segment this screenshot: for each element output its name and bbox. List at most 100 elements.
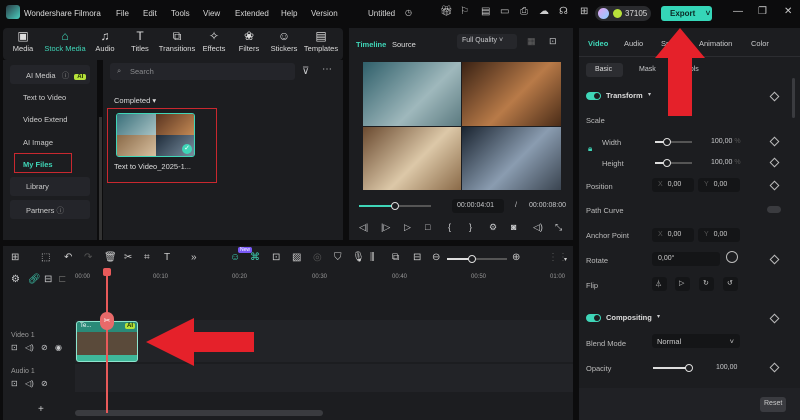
compositing-toggle[interactable]	[586, 314, 601, 322]
keyframe-icon[interactable]	[769, 136, 780, 147]
keyframe-icon[interactable]	[769, 362, 780, 373]
tab-audio[interactable]: Audio	[624, 39, 643, 48]
play-icon[interactable]: ▷	[404, 222, 411, 233]
link-icon[interactable]: 🔗︎	[28, 274, 41, 285]
lock-icon[interactable]: ⊡	[11, 379, 18, 388]
reset-button[interactable]: Reset	[760, 397, 786, 412]
keyframe-icon[interactable]	[769, 254, 780, 265]
snapshot-icon[interactable]: ◙	[511, 222, 516, 232]
tab-transitions[interactable]: ⧉ Transitions	[158, 28, 196, 53]
text-tool-icon[interactable]: T	[164, 252, 170, 263]
microphone-icon[interactable]: 🎙︎	[352, 252, 365, 263]
zoom-in-icon[interactable]: ⊕	[512, 252, 520, 263]
close-icon[interactable]: ✕	[784, 6, 792, 17]
select-tool-icon[interactable]: ⬚	[41, 252, 50, 263]
restore-icon[interactable]: ❐	[758, 6, 767, 17]
image-tool-icon[interactable]: ▨	[292, 252, 301, 263]
render-settings-icon[interactable]: ⚙	[489, 222, 497, 233]
ai-cut-icon[interactable]: ⌘	[250, 252, 260, 263]
tab-source[interactable]: Source	[392, 40, 416, 49]
rocket-icon[interactable]: ⚐	[460, 6, 469, 17]
keyframe-icon[interactable]	[769, 180, 780, 191]
tab-timeline[interactable]: Timeline	[356, 40, 386, 49]
layout-grid-icon[interactable]: ⊞	[11, 252, 19, 263]
mute-icon[interactable]: ⊘	[41, 343, 48, 352]
sticker-tool-icon[interactable]: ⊡	[272, 252, 280, 263]
collapse-icon[interactable]: ⊏	[58, 274, 66, 285]
tab-media[interactable]: ▣ Media	[9, 28, 37, 53]
lock-icon[interactable]: 🔒︎	[588, 144, 592, 154]
sidebar-item-text-to-video[interactable]: Text to Video	[23, 93, 66, 102]
undo-icon[interactable]: ↶	[64, 252, 72, 263]
speed-icon[interactable]: ◎	[313, 252, 322, 263]
sidebar-scrollbar[interactable]	[99, 117, 102, 240]
search-input[interactable]: ⌕ Search	[110, 63, 295, 80]
pip-icon[interactable]: ⧉	[392, 252, 399, 263]
position-y-input[interactable]: Y 0,00	[698, 178, 740, 192]
tasks-icon[interactable]: ▤	[481, 6, 490, 17]
tab-templates[interactable]: ▤ Templates	[303, 28, 339, 53]
sidebar-group-partners[interactable]: Partners ⓘ	[10, 200, 90, 219]
rotate-input[interactable]: 0,00°	[652, 252, 720, 266]
caret-icon[interactable]: ▾	[648, 91, 651, 98]
rotate-dial-icon[interactable]	[726, 251, 738, 263]
caret-icon[interactable]: ▾	[564, 256, 567, 263]
split-icon[interactable]: ✂	[124, 252, 132, 263]
snapshot-compare-icon[interactable]: ⊡	[549, 36, 557, 47]
flip-vertical-icon[interactable]: ⏃	[652, 277, 667, 291]
keyframe-icon[interactable]	[769, 91, 780, 102]
tab-audio[interactable]: ♫ Audio	[93, 28, 117, 53]
more-tools-icon[interactable]: »	[191, 252, 197, 263]
rotate-right-icon[interactable]: ↻	[699, 277, 714, 291]
shield-icon[interactable]: ⛉	[334, 252, 342, 263]
anchor-y-input[interactable]: Y 0,00	[698, 228, 740, 242]
support-icon[interactable]: ☊	[559, 6, 568, 17]
caret-icon[interactable]: ▾	[657, 313, 660, 320]
rotate-left-icon[interactable]: ↺	[723, 277, 738, 291]
gift-icon[interactable]: 🎁︎	[440, 6, 453, 17]
stop-icon[interactable]: □	[425, 222, 430, 232]
mark-in-icon[interactable]: {	[448, 222, 451, 232]
section-completed[interactable]: Completed ▾	[114, 96, 156, 105]
zoom-out-icon[interactable]: ⊖	[432, 252, 440, 263]
crop-icon[interactable]: ⌗	[144, 252, 150, 263]
menu-edit[interactable]: Edit	[143, 9, 157, 18]
anchor-x-input[interactable]: X 0,00	[652, 228, 694, 242]
speaker-icon[interactable]: ◁)	[25, 379, 34, 388]
add-track-icon[interactable]: ⊟	[44, 274, 52, 285]
position-x-input[interactable]: X 0,00	[652, 178, 694, 192]
scissors-icon[interactable]: ✂	[100, 312, 114, 330]
width-slider[interactable]	[655, 138, 692, 146]
menu-view[interactable]: View	[203, 9, 220, 18]
filter-icon[interactable]: ⊽	[302, 66, 309, 77]
export-button[interactable]: Export ˅	[661, 6, 712, 21]
ai-mate-icon[interactable]: ☺	[230, 252, 240, 263]
volume-icon[interactable]: ◁)	[533, 222, 543, 233]
cloud-icon[interactable]: ☁	[539, 6, 549, 17]
eye-icon[interactable]: ◉	[55, 343, 62, 352]
help-icon[interactable]: ⓘ	[56, 206, 64, 215]
playback-progress[interactable]	[359, 202, 431, 210]
save-icon[interactable]: ⎙	[520, 6, 528, 17]
playhead-handle[interactable]	[103, 268, 111, 276]
playhead[interactable]	[106, 268, 108, 413]
flip-horizontal-icon[interactable]: ▷	[675, 277, 690, 291]
add-track-button[interactable]: +	[38, 404, 44, 415]
lock-icon[interactable]: ⊡	[11, 343, 18, 352]
subtab-basic[interactable]: Basic	[586, 63, 623, 77]
prev-frame-icon[interactable]: ◁|	[359, 222, 368, 233]
tab-stock-media[interactable]: ⌂ Stock Media	[43, 28, 87, 53]
panel-scrollbar[interactable]	[792, 78, 795, 118]
speaker-icon[interactable]: ◁)	[25, 343, 34, 352]
help-icon[interactable]: ⓘ	[62, 71, 70, 80]
height-slider[interactable]	[655, 159, 692, 167]
menu-tools[interactable]: Tools	[171, 9, 190, 18]
apps-icon[interactable]: ⊞	[580, 6, 588, 17]
next-frame-icon[interactable]: |▷	[381, 222, 390, 233]
sidebar-group-library[interactable]: Library	[10, 177, 90, 196]
sidebar-item-video-extend[interactable]: Video Extend	[23, 115, 67, 124]
tab-filters[interactable]: ❀ Filters	[236, 28, 262, 53]
menu-extended[interactable]: Extended	[235, 9, 269, 18]
mute-icon[interactable]: ⊘	[41, 379, 48, 388]
tab-color[interactable]: Color	[751, 39, 769, 48]
